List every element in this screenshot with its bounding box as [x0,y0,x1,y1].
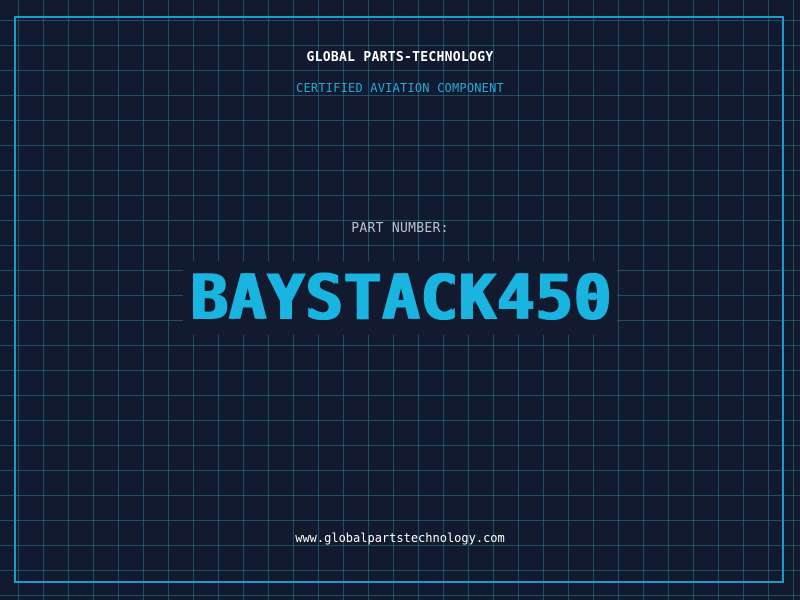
certificate-card: GLOBAL PARTS-TECHNOLOGY CERTIFIED AVIATI… [0,0,800,600]
part-number-label: PART NUMBER: [351,221,449,236]
brand-title: GLOBAL PARTS-TECHNOLOGY [306,50,494,65]
brand-tagline: CERTIFIED AVIATION COMPONENT [296,81,504,95]
website-url: www.globalpartstechnology.com [295,531,505,545]
part-number-value: BAYSTACK450 [183,261,617,335]
part-number-container: BAYSTACK450 [0,258,800,338]
